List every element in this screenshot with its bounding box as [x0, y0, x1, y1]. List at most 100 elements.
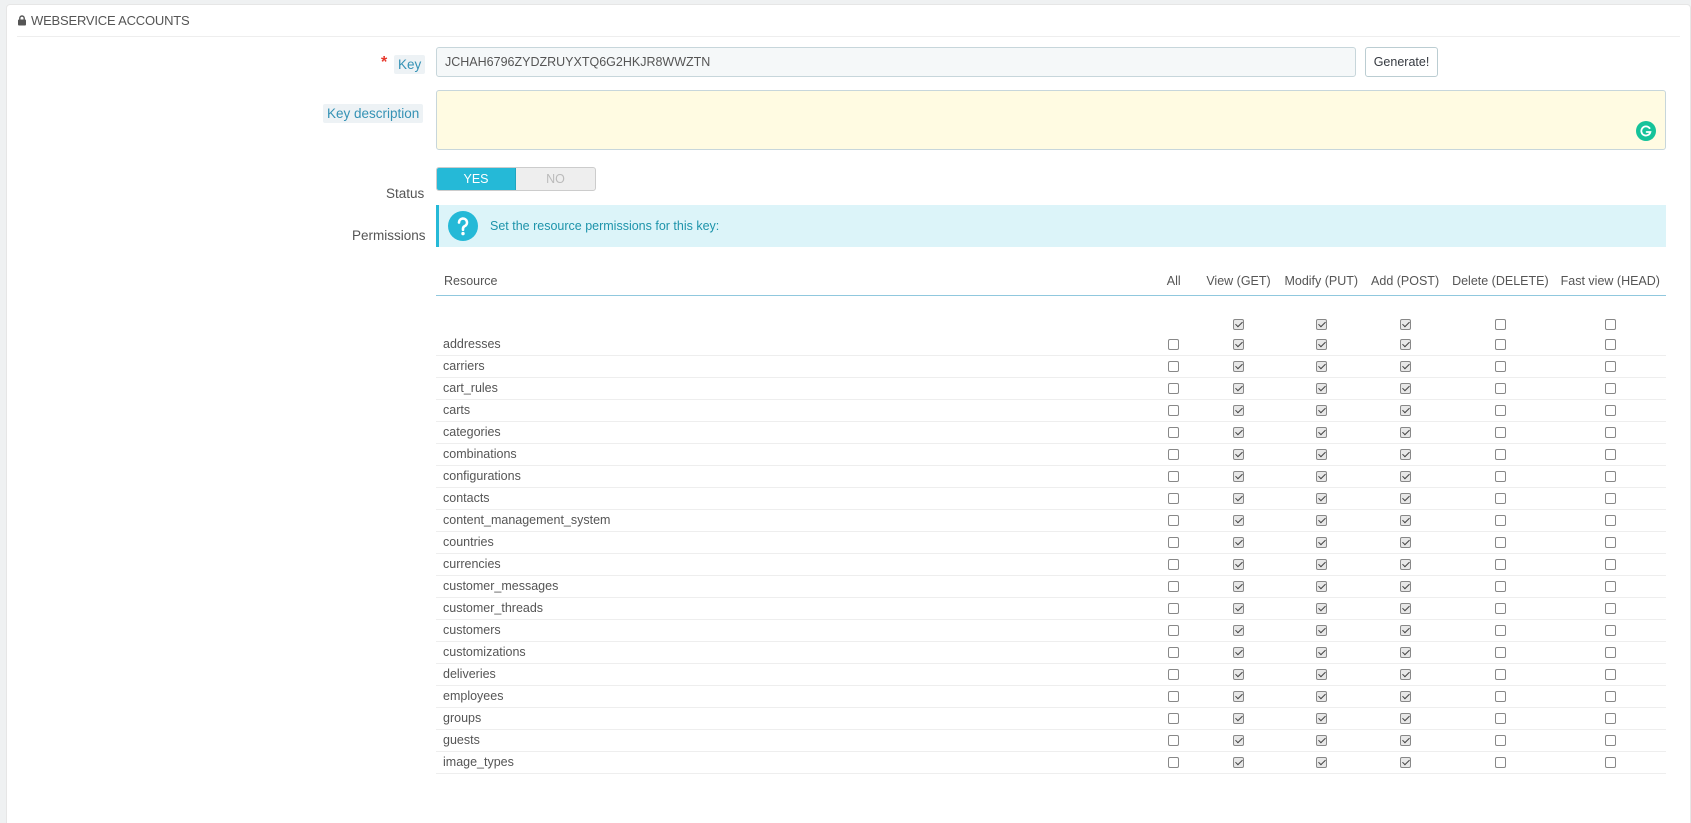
post-permission-checkbox[interactable]	[1399, 427, 1411, 439]
put-permission-checkbox[interactable]	[1315, 581, 1327, 593]
delete-permission-checkbox[interactable]	[1494, 647, 1506, 659]
all-permission-checkbox[interactable]	[1168, 581, 1180, 593]
all-permission-checkbox[interactable]	[1168, 669, 1180, 681]
select-all-head-checkbox[interactable]	[1604, 319, 1616, 331]
delete-permission-checkbox[interactable]	[1494, 559, 1506, 571]
put-permission-checkbox[interactable]	[1315, 603, 1327, 615]
put-permission-checkbox[interactable]	[1315, 471, 1327, 483]
get-permission-checkbox[interactable]	[1233, 559, 1244, 571]
post-permission-checkbox[interactable]	[1399, 757, 1411, 769]
delete-permission-checkbox[interactable]	[1494, 361, 1506, 373]
head-permission-checkbox[interactable]	[1604, 471, 1616, 483]
get-permission-checkbox[interactable]	[1233, 757, 1244, 769]
all-permission-checkbox[interactable]	[1168, 338, 1180, 350]
put-permission-checkbox[interactable]	[1315, 338, 1327, 350]
delete-permission-checkbox[interactable]	[1494, 383, 1506, 395]
head-permission-checkbox[interactable]	[1604, 537, 1616, 549]
put-permission-checkbox[interactable]	[1315, 427, 1327, 439]
post-permission-checkbox[interactable]	[1399, 691, 1411, 703]
get-permission-checkbox[interactable]	[1233, 625, 1244, 637]
get-permission-checkbox[interactable]	[1233, 647, 1244, 659]
get-permission-checkbox[interactable]	[1233, 603, 1244, 615]
head-permission-checkbox[interactable]	[1604, 383, 1616, 395]
delete-permission-checkbox[interactable]	[1494, 471, 1506, 483]
delete-permission-checkbox[interactable]	[1494, 735, 1506, 747]
put-permission-checkbox[interactable]	[1315, 713, 1327, 725]
get-permission-checkbox[interactable]	[1233, 669, 1244, 681]
head-permission-checkbox[interactable]	[1604, 669, 1616, 681]
all-permission-checkbox[interactable]	[1168, 427, 1180, 439]
delete-permission-checkbox[interactable]	[1494, 537, 1506, 549]
head-permission-checkbox[interactable]	[1604, 713, 1616, 725]
all-permission-checkbox[interactable]	[1168, 625, 1180, 637]
post-permission-checkbox[interactable]	[1399, 405, 1411, 417]
all-permission-checkbox[interactable]	[1168, 603, 1180, 615]
get-permission-checkbox[interactable]	[1233, 537, 1244, 549]
get-permission-checkbox[interactable]	[1233, 449, 1244, 461]
head-permission-checkbox[interactable]	[1604, 647, 1616, 659]
head-permission-checkbox[interactable]	[1604, 603, 1616, 615]
head-permission-checkbox[interactable]	[1604, 405, 1616, 417]
delete-permission-checkbox[interactable]	[1494, 603, 1506, 615]
head-permission-checkbox[interactable]	[1604, 625, 1616, 637]
post-permission-checkbox[interactable]	[1399, 383, 1411, 395]
post-permission-checkbox[interactable]	[1399, 713, 1411, 725]
get-permission-checkbox[interactable]	[1233, 471, 1244, 483]
all-permission-checkbox[interactable]	[1168, 515, 1180, 527]
put-permission-checkbox[interactable]	[1315, 383, 1327, 395]
head-permission-checkbox[interactable]	[1604, 427, 1616, 439]
status-yes-option[interactable]: YES	[437, 168, 516, 190]
post-permission-checkbox[interactable]	[1399, 669, 1411, 681]
delete-permission-checkbox[interactable]	[1494, 581, 1506, 593]
all-permission-checkbox[interactable]	[1168, 757, 1180, 769]
all-permission-checkbox[interactable]	[1168, 383, 1180, 395]
select-all-delete-checkbox[interactable]	[1494, 319, 1506, 331]
all-permission-checkbox[interactable]	[1168, 493, 1180, 505]
delete-permission-checkbox[interactable]	[1494, 449, 1506, 461]
post-permission-checkbox[interactable]	[1399, 603, 1411, 615]
delete-permission-checkbox[interactable]	[1494, 493, 1506, 505]
get-permission-checkbox[interactable]	[1233, 691, 1244, 703]
put-permission-checkbox[interactable]	[1315, 735, 1327, 747]
all-permission-checkbox[interactable]	[1168, 691, 1180, 703]
key-description-textarea[interactable]	[436, 90, 1666, 150]
all-permission-checkbox[interactable]	[1168, 405, 1180, 417]
status-no-option[interactable]: NO	[516, 168, 595, 190]
select-all-put-checkbox[interactable]	[1315, 319, 1327, 331]
get-permission-checkbox[interactable]	[1233, 405, 1244, 417]
head-permission-checkbox[interactable]	[1604, 493, 1616, 505]
all-permission-checkbox[interactable]	[1168, 361, 1180, 373]
head-permission-checkbox[interactable]	[1604, 581, 1616, 593]
delete-permission-checkbox[interactable]	[1494, 669, 1506, 681]
post-permission-checkbox[interactable]	[1399, 361, 1411, 373]
post-permission-checkbox[interactable]	[1399, 735, 1411, 747]
get-permission-checkbox[interactable]	[1233, 581, 1244, 593]
all-permission-checkbox[interactable]	[1168, 647, 1180, 659]
delete-permission-checkbox[interactable]	[1494, 757, 1506, 769]
post-permission-checkbox[interactable]	[1399, 471, 1411, 483]
head-permission-checkbox[interactable]	[1604, 757, 1616, 769]
all-permission-checkbox[interactable]	[1168, 735, 1180, 747]
post-permission-checkbox[interactable]	[1399, 449, 1411, 461]
post-permission-checkbox[interactable]	[1399, 625, 1411, 637]
head-permission-checkbox[interactable]	[1604, 691, 1616, 703]
generate-button[interactable]: Generate!	[1365, 47, 1438, 77]
key-input[interactable]	[436, 47, 1356, 77]
put-permission-checkbox[interactable]	[1315, 361, 1327, 373]
post-permission-checkbox[interactable]	[1399, 515, 1411, 527]
delete-permission-checkbox[interactable]	[1494, 691, 1506, 703]
all-permission-checkbox[interactable]	[1168, 559, 1180, 571]
delete-permission-checkbox[interactable]	[1494, 338, 1506, 350]
head-permission-checkbox[interactable]	[1604, 449, 1616, 461]
head-permission-checkbox[interactable]	[1604, 338, 1616, 350]
delete-permission-checkbox[interactable]	[1494, 713, 1506, 725]
delete-permission-checkbox[interactable]	[1494, 625, 1506, 637]
put-permission-checkbox[interactable]	[1315, 449, 1327, 461]
head-permission-checkbox[interactable]	[1604, 515, 1616, 527]
post-permission-checkbox[interactable]	[1399, 647, 1411, 659]
post-permission-checkbox[interactable]	[1399, 493, 1411, 505]
put-permission-checkbox[interactable]	[1315, 515, 1327, 527]
put-permission-checkbox[interactable]	[1315, 669, 1327, 681]
head-permission-checkbox[interactable]	[1604, 559, 1616, 571]
all-permission-checkbox[interactable]	[1168, 471, 1180, 483]
